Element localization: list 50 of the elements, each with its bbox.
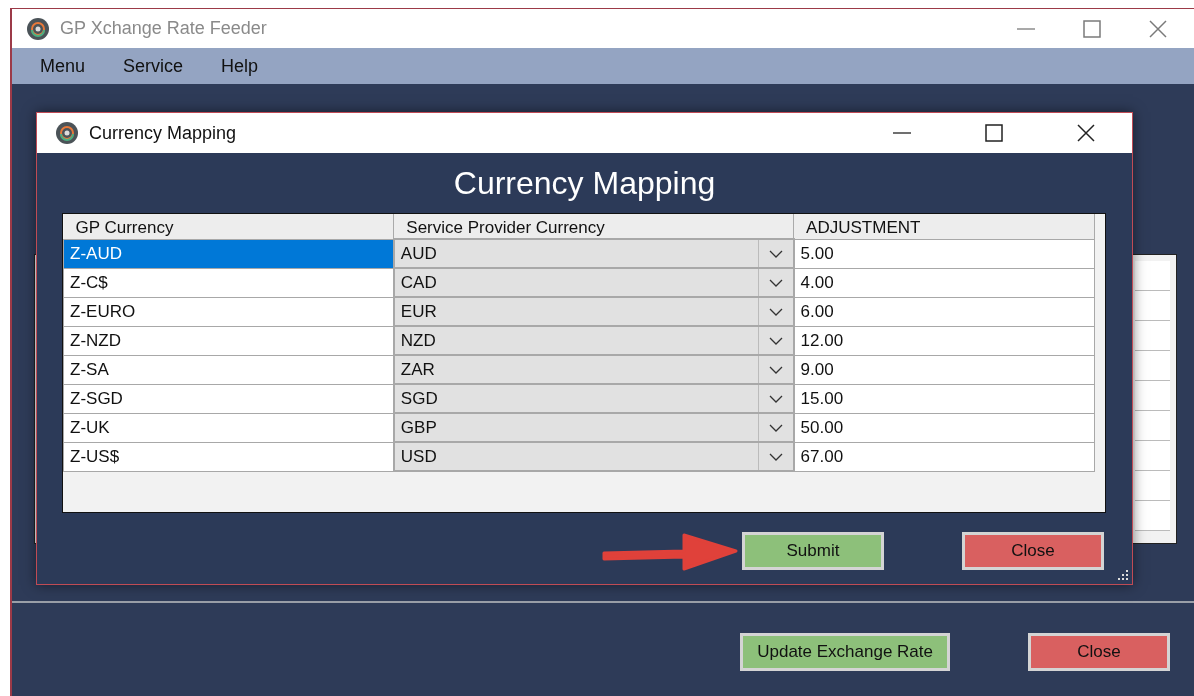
table-cell[interactable]: Z-US$ <box>63 442 394 471</box>
currency-dropdown[interactable]: AUD <box>393 239 794 268</box>
close-button[interactable]: Close <box>962 532 1104 570</box>
maximize-icon[interactable] <box>984 123 1004 143</box>
dialog-title: Currency Mapping <box>89 122 238 144</box>
submit-button[interactable]: Submit <box>742 532 884 570</box>
table-cell[interactable]: 4.00 <box>793 268 1095 297</box>
chevron-down-icon <box>768 423 783 432</box>
chevron-down-icon <box>768 278 783 287</box>
table-cell[interactable]: 9.00 <box>793 355 1095 384</box>
table-cell[interactable]: 6.00 <box>793 297 1095 326</box>
column-header[interactable]: Service Provider Currency <box>393 214 794 239</box>
chevron-down-icon <box>768 249 783 258</box>
table-cell[interactable]: 15.00 <box>793 384 1095 413</box>
app-logo-icon <box>26 16 50 41</box>
table-cell[interactable]: Z-UK <box>63 413 394 442</box>
table-cell[interactable]: Z-C$ <box>63 268 394 297</box>
currency-dropdown[interactable]: CAD <box>393 268 794 297</box>
chevron-down-icon <box>768 365 783 374</box>
chevron-down-icon <box>768 394 783 403</box>
column-header[interactable]: ADJUSTMENT <box>793 214 1095 239</box>
update-button[interactable]: Update Exchange Rate <box>740 633 950 671</box>
chevron-down-icon <box>768 307 783 316</box>
menu-item[interactable]: Service <box>111 55 196 77</box>
currency-dropdown[interactable]: ZAR <box>393 355 794 384</box>
close-icon[interactable] <box>1076 123 1096 143</box>
dialog-heading: Currency Mapping <box>452 164 717 203</box>
window-title: GP Xchange Rate Feeder <box>60 18 268 39</box>
close-button[interactable]: Close <box>1028 633 1170 671</box>
table-cell[interactable]: Z-SA <box>63 355 394 384</box>
table-cell[interactable]: 67.00 <box>793 442 1095 471</box>
currency-dropdown[interactable]: USD <box>393 442 794 471</box>
resize-grip-icon[interactable] <box>1118 570 1128 580</box>
table-cell[interactable]: 5.00 <box>793 239 1095 268</box>
column-header[interactable]: GP Currency <box>63 214 394 239</box>
table-cell[interactable]: Z-SGD <box>63 384 394 413</box>
chevron-down-icon <box>768 452 783 461</box>
currency-dropdown[interactable]: NZD <box>393 326 794 355</box>
table-cell[interactable]: 12.00 <box>793 326 1095 355</box>
currency-dropdown[interactable]: GBP <box>393 413 794 442</box>
currency-dropdown[interactable]: SGD <box>393 384 794 413</box>
table-cell[interactable]: 50.00 <box>793 413 1095 442</box>
app-logo-icon <box>55 121 79 145</box>
currency-dropdown[interactable]: EUR <box>393 297 794 326</box>
table-cell[interactable]: Z-AUD <box>63 239 394 268</box>
table-cell[interactable]: Z-EURO <box>63 297 394 326</box>
menu-item[interactable]: Help <box>209 55 271 77</box>
table-cell[interactable]: Z-NZD <box>63 326 394 355</box>
chevron-down-icon <box>768 336 783 345</box>
menu-item[interactable]: Menu <box>28 55 98 77</box>
